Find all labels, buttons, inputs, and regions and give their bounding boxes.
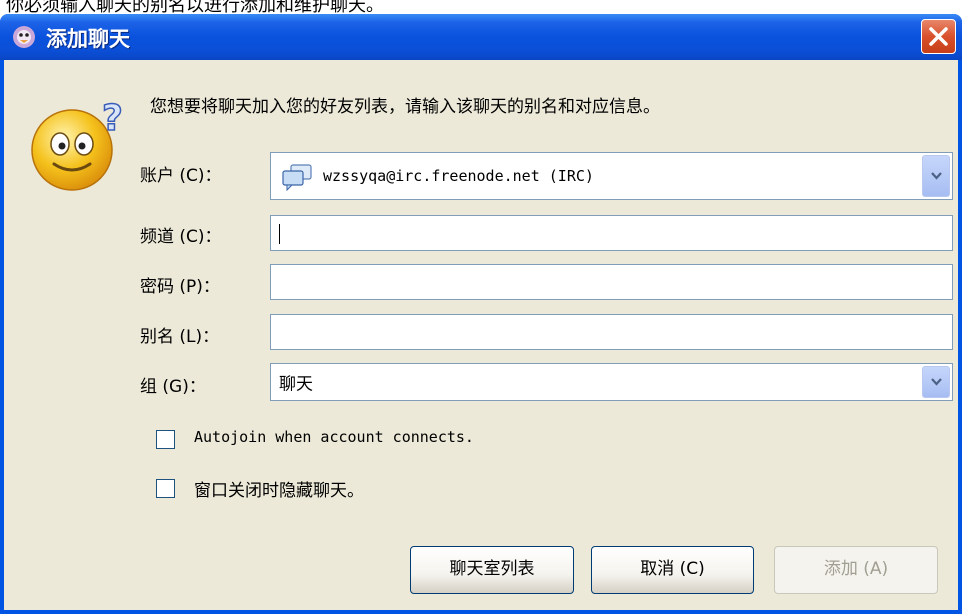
add-button[interactable]: 添加 (A) xyxy=(774,546,938,594)
alias-label: 别名 (L)： xyxy=(140,327,220,347)
title-bar[interactable]: 添加聊天 xyxy=(0,14,962,60)
account-dropdown-button[interactable] xyxy=(922,155,950,197)
text-caret xyxy=(279,224,280,244)
password-label: 密码 (P)： xyxy=(140,277,220,297)
account-value: wzssyqa@irc.freenode.net (IRC) xyxy=(323,167,594,185)
dialog-body: ? 您想要将聊天加入您的好友列表，请输入该聊天的别名和对应信息。 账户 (C)：… xyxy=(4,60,958,610)
close-button[interactable] xyxy=(921,19,956,54)
account-label: 账户 (C)： xyxy=(140,166,222,186)
password-input[interactable] xyxy=(270,264,953,300)
irc-chat-icon xyxy=(282,164,312,191)
alias-input[interactable] xyxy=(270,314,953,350)
pidgin-icon xyxy=(13,26,35,48)
channel-label: 频道 (C)： xyxy=(140,227,222,247)
chevron-down-icon xyxy=(931,378,942,386)
group-label: 组 (G)： xyxy=(140,377,206,397)
cancel-button[interactable]: 取消 (C) xyxy=(591,546,754,594)
instruction-text: 您想要将聊天加入您的好友列表，请输入该聊天的别名和对应信息。 xyxy=(150,97,660,117)
add-chat-dialog: 添加聊天 ? 您想要将聊天加入您的好友列表，请输入该聊天的别名和对应信息。 账户… xyxy=(0,14,962,614)
channel-input[interactable] xyxy=(270,215,953,251)
group-dropdown-button[interactable] xyxy=(922,366,950,398)
room-list-button[interactable]: 聊天室列表 xyxy=(410,546,574,594)
window-title: 添加聊天 xyxy=(46,27,130,51)
account-select[interactable]: wzssyqa@irc.freenode.net (IRC) xyxy=(270,152,953,200)
close-icon xyxy=(929,27,948,46)
group-value: 聊天 xyxy=(279,374,313,395)
svg-text:?: ? xyxy=(102,98,123,139)
autojoin-checkbox[interactable] xyxy=(156,430,175,449)
group-combo[interactable]: 聊天 xyxy=(270,363,953,401)
confused-smiley-icon: ? xyxy=(31,97,124,191)
hide-on-close-checkbox[interactable] xyxy=(156,479,175,498)
autojoin-label[interactable]: Autojoin when account connects. xyxy=(194,428,474,446)
hide-on-close-label[interactable]: 窗口关闭时隐藏聊天。 xyxy=(194,476,364,501)
chevron-down-icon xyxy=(931,172,942,180)
